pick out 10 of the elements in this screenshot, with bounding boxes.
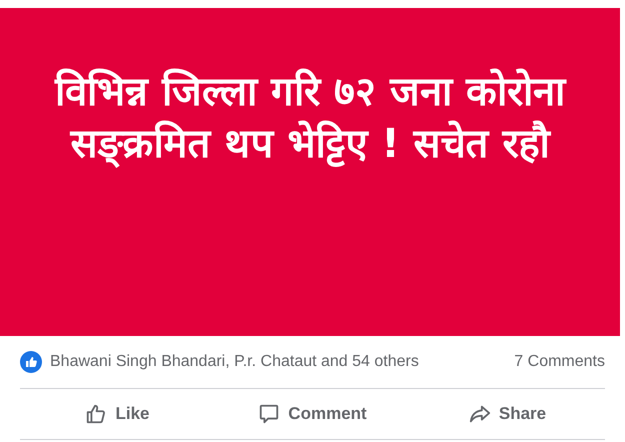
- share-button[interactable]: Share: [410, 389, 605, 439]
- comments-count[interactable]: 7 Comments: [514, 353, 605, 371]
- comment-button[interactable]: Comment: [215, 389, 410, 439]
- like-button[interactable]: Like: [20, 389, 215, 439]
- headline: विभिन्न जिल्ला गरि ७२ जना कोरोना सङ्क्रमित थप भेट्टिए ! सचेत रहौ: [53, 68, 568, 170]
- share-arrow-icon: [468, 403, 491, 425]
- like-badge-icon: [20, 351, 42, 373]
- thumbs-up-icon: [85, 403, 108, 425]
- speech-bubble-icon: [258, 403, 280, 425]
- reactions-summary[interactable]: Bhawani Singh Bhandari, P.r. Chataut and 54 others: [50, 353, 514, 371]
